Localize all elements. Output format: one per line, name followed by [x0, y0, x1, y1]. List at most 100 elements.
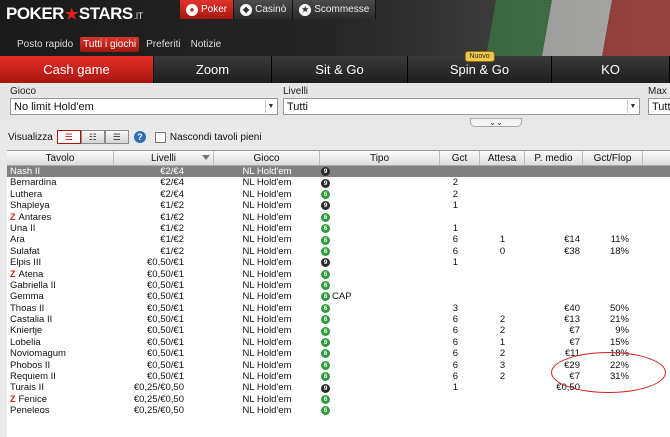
table-name: Una II [10, 222, 36, 234]
type-cell: 9 [320, 177, 440, 188]
double-chevron-down-icon: ⌄⌄ [489, 118, 503, 127]
table-row[interactable]: Bernardina €2/€4 NL Hold'em 9 2 [7, 177, 670, 188]
waiting-cell: 3 [499, 359, 506, 371]
product-tab-label: Poker [201, 4, 228, 15]
players-flop-cell [583, 405, 643, 416]
type-cell: 6 [320, 360, 440, 371]
type-cell: 9 [320, 382, 440, 393]
table-row[interactable]: Una II €1/€2 NL Hold'em 6 1 [7, 223, 670, 234]
table-name: Sulafat [10, 245, 40, 257]
hide-full-tables-checkbox[interactable] [154, 131, 166, 143]
hide-full-tables-label[interactable]: Nascondi tavoli pieni [170, 132, 262, 143]
table-name: Turais II [10, 382, 44, 394]
table-row[interactable]: Shapleya €1/€2 NL Hold'em 9 1 [7, 200, 670, 211]
players-cell [440, 269, 480, 280]
six-max-icon: 6 [321, 395, 330, 404]
table-row[interactable]: Castalia II €0,50/€1 NL Hold'em 6 6 2 €13 21% [7, 314, 670, 325]
game-cell: NL Hold'em [242, 371, 292, 383]
players-flop-cell [583, 269, 643, 280]
view-detail-button[interactable]: ☰ [104, 130, 129, 144]
tab-spin-and-go[interactable]: Nuovo Spin & Go [408, 51, 552, 83]
six-max-icon: 6 [321, 326, 330, 336]
waiting-cell: 1 [499, 336, 506, 348]
stakes-cell: €0,25/€0,50 [133, 382, 184, 394]
header-livelli-label: Livelli [150, 152, 176, 164]
subnav-notizie[interactable]: Notizie [188, 37, 225, 52]
tab-ko[interactable]: KO [552, 56, 670, 83]
table-row[interactable]: Ara €1/€2 NL Hold'em 6 6 1 €14 11% [7, 234, 670, 245]
table-row[interactable]: Nash II €2/€4 NL Hold'em 9 [7, 166, 670, 178]
table-name: Castalia II [10, 314, 53, 326]
table-name-cell: Lobelia [7, 337, 114, 348]
table-name-cell: Shapleya [7, 200, 114, 211]
table-row[interactable]: Z Atena €0,50/€1 NL Hold'em 6 [7, 269, 670, 280]
avg-pot-cell: €38 [564, 245, 580, 257]
table-row[interactable]: Lobelia €0,50/€1 NL Hold'em 6 6 1 €7 15% [7, 337, 670, 348]
table-name-cell: Thoas II [7, 303, 114, 314]
type-cell: 6 [320, 371, 440, 382]
table-row[interactable]: Thoas II €0,50/€1 NL Hold'em 6 3 €40 50% [7, 303, 670, 314]
game-cell: NL Hold'em [242, 268, 292, 280]
six-max-icon: 6 [321, 360, 330, 370]
avg-pot-cell [525, 257, 583, 268]
subnav-tutti-i-giochi[interactable]: Tutti i giochi [80, 37, 140, 52]
help-icon[interactable]: ? [133, 131, 146, 143]
header-tavolo[interactable]: Tavolo [7, 151, 114, 165]
level-select[interactable]: Tutti ▼ [283, 98, 640, 115]
tab-cash-game[interactable]: Cash game [0, 56, 154, 83]
stakes-cell: €0,50/€1 [147, 325, 184, 337]
table-row[interactable]: Sulafat €1/€2 NL Hold'em 6 6 0 €38 18% [7, 246, 670, 257]
header-piatto-medio[interactable]: P. medio [525, 151, 583, 165]
game-select[interactable]: No limit Hold'em ▼ [10, 98, 278, 115]
header-giocatori-flop[interactable]: Gct/Flop [583, 151, 643, 165]
players-flop-cell [583, 212, 643, 223]
header-tipo[interactable]: Tipo [320, 151, 440, 165]
waiting-cell [480, 405, 525, 416]
waiting-cell [480, 382, 525, 393]
table-header: Tavolo Livelli Gioco Tipo Gct Attesa P. … [7, 151, 670, 166]
game-cell: NL Hold'em [242, 177, 292, 189]
game-cell: NL Hold'em [242, 222, 292, 234]
header-gioco[interactable]: Gioco [214, 151, 320, 165]
max-select[interactable]: Tutti [648, 98, 670, 115]
table-row[interactable]: Z Fenice €0,25/€0,50 NL Hold'em 6 [7, 394, 670, 405]
header-attesa[interactable]: Attesa [480, 151, 525, 165]
tab-sit-and-go[interactable]: Sit & Go [272, 56, 408, 83]
players-cell [440, 212, 480, 223]
type-cell: 6 [320, 189, 440, 200]
players-cell: 6 [452, 359, 458, 371]
product-tab-casino[interactable]: ◆ Casinò [234, 0, 294, 19]
header-giocatori[interactable]: Gct [440, 151, 480, 165]
waiting-cell [480, 212, 525, 223]
game-cell: NL Hold'em [242, 188, 292, 200]
table-row[interactable]: Z Antares €1/€2 NL Hold'em 6 [7, 212, 670, 223]
six-max-icon: 6 [321, 292, 330, 302]
view-list-button[interactable]: ☰ [56, 130, 81, 144]
product-tab-poker[interactable]: ♠ Poker [180, 0, 235, 19]
view-compact-button[interactable]: ☷ [80, 130, 105, 144]
table-row[interactable]: Luthera €2/€4 NL Hold'em 6 2 [7, 189, 670, 200]
product-tab-scommesse[interactable]: ★ Scommesse [293, 0, 377, 19]
table-row[interactable]: Peneleos €0,25/€0,50 NL Hold'em 6 [7, 405, 670, 416]
compact-view-icon: ☷ [88, 131, 97, 142]
game-cell: NL Hold'em [242, 279, 292, 291]
cap-label: CAP [332, 291, 352, 303]
tab-zoom[interactable]: Zoom [154, 56, 272, 83]
six-max-icon: 6 [321, 189, 330, 199]
subnav-posto-rapido[interactable]: Posto rapido [14, 37, 76, 52]
table-name-cell: Gabriella II [7, 280, 114, 291]
nine-max-icon: 9 [321, 201, 330, 211]
waiting-cell [480, 177, 525, 188]
table-row[interactable]: Gabriella II €0,50/€1 NL Hold'em 6 [7, 280, 670, 291]
subnav-preferiti[interactable]: Preferiti [143, 37, 183, 52]
table-row[interactable]: Kniertje €0,50/€1 NL Hold'em 6 6 2 €7 9% [7, 325, 670, 336]
stakes-cell: €0,25/€0,50 [133, 405, 184, 417]
table-row[interactable]: Gemma €0,50/€1 NL Hold'em 6 CAP [7, 291, 670, 302]
new-badge: Nuovo [464, 51, 495, 62]
expand-filters-button[interactable]: ⌄⌄ [470, 118, 522, 127]
header-livelli[interactable]: Livelli [114, 151, 214, 165]
table-row[interactable]: Elpis III €0,50/€1 NL Hold'em 9 1 [7, 257, 670, 268]
avg-pot-cell [525, 200, 583, 211]
stakes-cell: €0,50/€1 [147, 314, 184, 326]
players-cell: 6 [452, 325, 458, 337]
